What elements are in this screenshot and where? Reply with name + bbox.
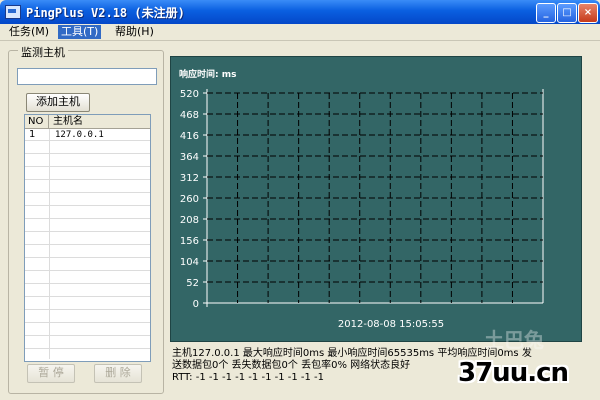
list-item[interactable]: 1 127.0.0.1 [25, 129, 150, 141]
status-line-2: 送数据包0个 丢失数据包0个 丢包率0% 网络状态良好 [172, 360, 411, 371]
pause-button[interactable]: 暂 停 [27, 364, 75, 383]
add-host-button[interactable]: 添加主机 [26, 93, 90, 112]
y-tick-label: 0 [193, 299, 199, 310]
row-no: 1 [29, 129, 36, 140]
minimize-button[interactable]: _ [536, 3, 556, 23]
menu-help[interactable]: 帮助(H) [112, 25, 157, 39]
column-header-hostname[interactable]: 主机名 [53, 115, 83, 128]
app-window: PingPlus V2.18 (未注册) _ □ × 任务(M) 工具(T) 帮… [0, 0, 600, 400]
chart-title: 响应时间: ms [179, 68, 236, 80]
y-tick-label: 52 [186, 278, 199, 289]
y-tick-label: 208 [180, 215, 199, 226]
watermark-text: 37uu.cn [458, 358, 569, 388]
column-divider [49, 129, 50, 359]
y-tick-label: 364 [180, 152, 199, 163]
delete-button[interactable]: 删 除 [94, 364, 142, 383]
y-tick-label: 312 [180, 173, 199, 184]
y-tick-label: 104 [180, 257, 199, 268]
response-time-chart: 响应时间: ms 0 52 104 156 208 260 312 364 416 468 520 20… [170, 56, 582, 342]
chart-canvas: 响应时间: ms 0 52 104 156 208 260 312 364 416 468 520 20… [179, 68, 544, 330]
y-tick-label: 156 [180, 236, 199, 247]
y-tick-label: 416 [180, 131, 199, 142]
list-header: NO 主机名 [25, 115, 150, 129]
app-icon [5, 5, 21, 19]
menu-tools[interactable]: 工具(T) [58, 25, 102, 39]
host-list[interactable]: NO 主机名 1 127.0.0.1 [24, 114, 151, 362]
chart-timestamp: 2012-08-08 15:05:55 [338, 319, 444, 330]
y-tick-label: 520 [180, 89, 199, 100]
close-button[interactable]: × [578, 3, 598, 23]
y-tick-label: 260 [180, 194, 199, 205]
menu-bar: 任务(M) 工具(T) 帮助(H) [0, 24, 600, 41]
status-line-rtt: RTT: -1 -1 -1 -1 -1 -1 -1 -1 -1 -1 [172, 372, 325, 383]
watermark-logo: 37uu.cn [446, 348, 596, 398]
host-input[interactable] [17, 68, 157, 85]
group-title: 监测主机 [18, 44, 68, 60]
title-bar[interactable]: PingPlus V2.18 (未注册) _ □ × [0, 0, 600, 24]
maximize-button[interactable]: □ [557, 3, 577, 23]
y-tick-label: 468 [180, 110, 199, 121]
window-title: PingPlus V2.18 (未注册) [26, 6, 185, 20]
menu-task[interactable]: 任务(M) [6, 25, 52, 39]
column-header-no[interactable]: NO [25, 115, 49, 128]
row-hostname: 127.0.0.1 [55, 130, 104, 140]
